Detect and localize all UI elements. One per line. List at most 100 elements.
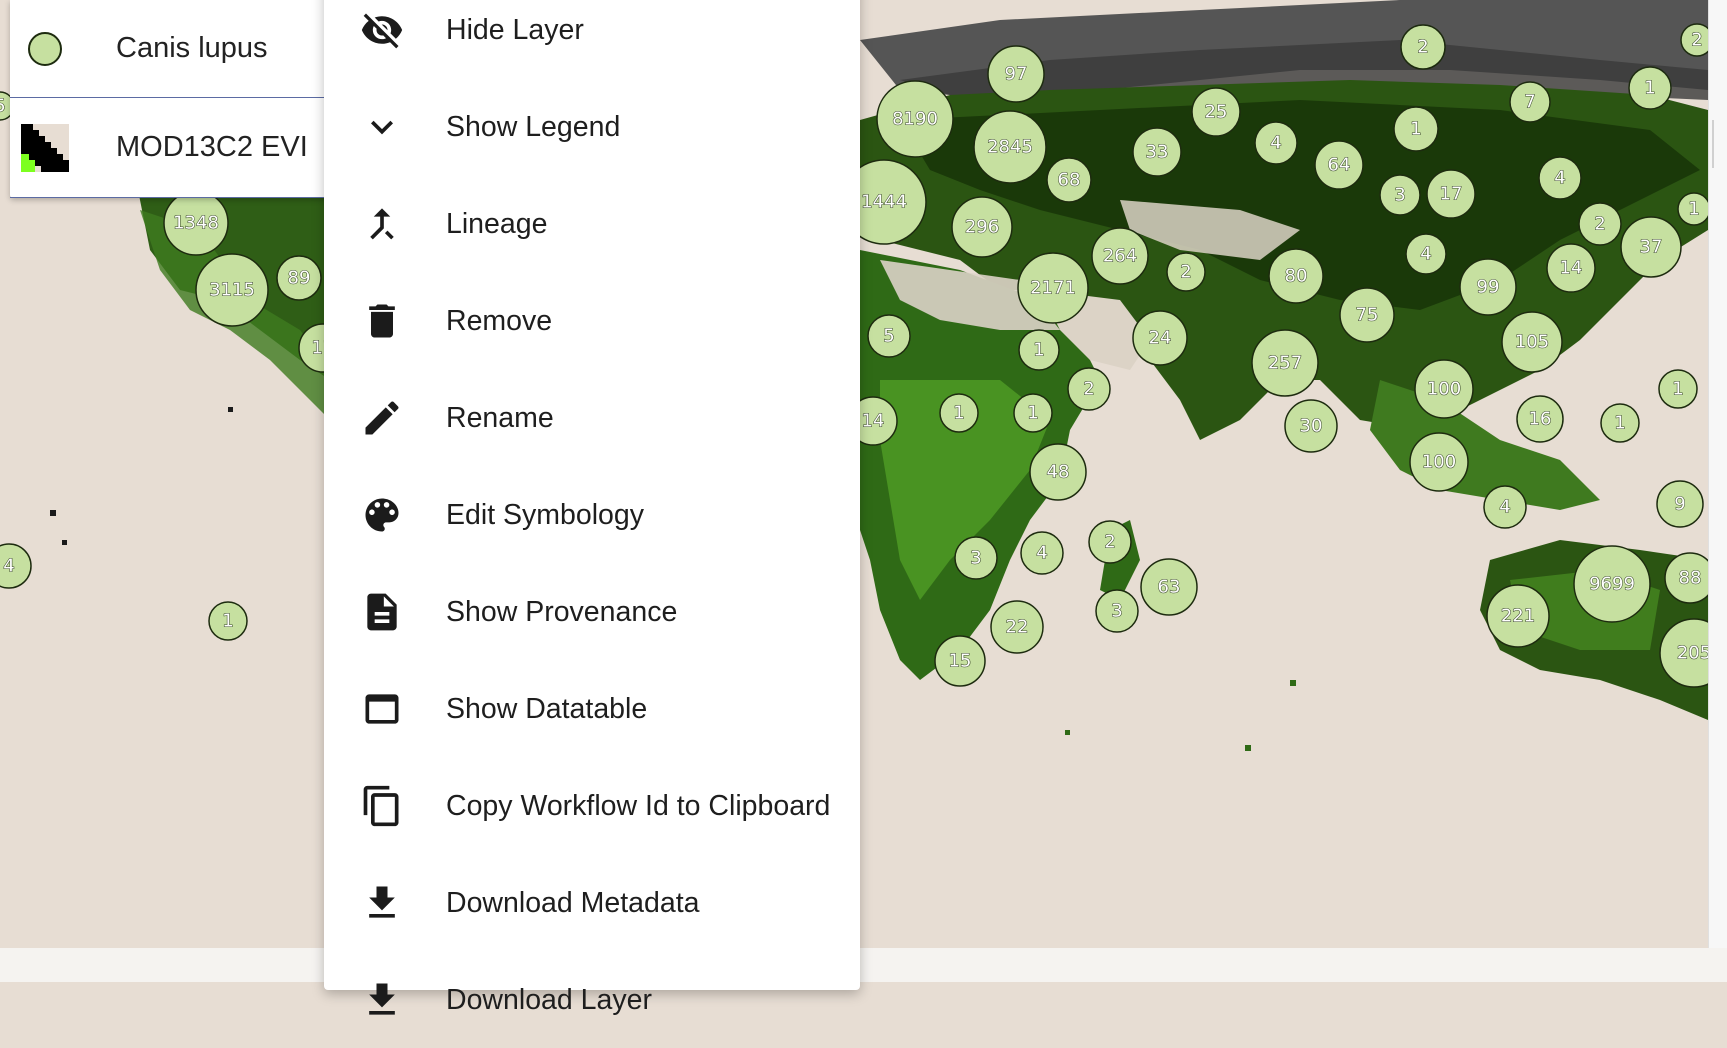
cluster-marker[interactable]: 2171 (1017, 252, 1089, 324)
layer-item-mod13c2-evi[interactable]: MOD13C2 EVI (10, 98, 340, 198)
layer-item-canis-lupus[interactable]: Canis lupus (10, 0, 340, 98)
cluster-count: 2845 (987, 137, 1033, 158)
cluster-marker[interactable]: 24 (1132, 310, 1188, 366)
cluster-marker[interactable]: 105 (1501, 311, 1563, 373)
cluster-marker[interactable]: 2845 (973, 110, 1047, 184)
cluster-marker[interactable]: 5 (867, 314, 911, 358)
cluster-marker[interactable]: 7 (1509, 81, 1551, 123)
cluster-marker[interactable]: 4 (1020, 531, 1064, 575)
cluster-count: 4 (1036, 543, 1047, 564)
cluster-marker[interactable]: 30 (1284, 399, 1338, 453)
cluster-marker[interactable]: 68 (1046, 157, 1092, 203)
cluster-marker[interactable]: 4 (1538, 156, 1582, 200)
cluster-count: 2 (1083, 379, 1094, 400)
cluster-count: 1 (1033, 340, 1044, 361)
cluster-marker[interactable]: 1 (1600, 403, 1640, 443)
cluster-marker[interactable]: 4 (1405, 233, 1447, 275)
cluster-marker[interactable]: 100 (1414, 359, 1474, 419)
cluster-count: 97 (1005, 64, 1028, 85)
cluster-marker[interactable]: 14 (1546, 243, 1596, 293)
cluster-marker[interactable]: 4 (1254, 121, 1298, 165)
menu-item-hide-layer[interactable]: Hide Layer (324, 0, 860, 78)
menu-item-download-metadata[interactable]: Download Metadata (324, 855, 860, 951)
cluster-marker[interactable]: 37 (1620, 216, 1682, 278)
cluster-count: 3 (1111, 601, 1122, 622)
chevron-down-icon (358, 103, 406, 151)
cluster-marker[interactable]: 2 (1067, 367, 1111, 411)
cluster-count: 2 (1691, 30, 1702, 51)
cluster-count: 2 (1180, 262, 1191, 283)
cluster-marker[interactable]: 1 (939, 393, 979, 433)
cluster-marker[interactable]: 1 (1677, 192, 1711, 226)
cluster-marker[interactable]: 1 (1628, 66, 1672, 110)
cluster-marker[interactable]: 89 (276, 255, 322, 301)
cluster-marker[interactable]: 2 (1166, 252, 1206, 292)
cluster-marker[interactable]: 2 (1088, 520, 1132, 564)
menu-label: Download Layer (446, 983, 652, 1016)
menu-label: Lineage (446, 207, 548, 240)
cluster-marker[interactable]: 9699 (1573, 545, 1651, 623)
menu-item-show-legend[interactable]: Show Legend (324, 79, 860, 175)
cluster-marker[interactable]: 257 (1251, 329, 1319, 397)
cluster-marker[interactable]: 221 (1486, 584, 1550, 648)
cluster-count: 2 (1104, 532, 1115, 553)
cluster-marker[interactable]: 2 (1578, 202, 1622, 246)
cluster-marker[interactable]: 1 (1018, 329, 1060, 371)
copy-icon (358, 782, 406, 830)
cluster-count: 1348 (173, 213, 219, 234)
cluster-marker[interactable]: 1 (1013, 393, 1053, 433)
cluster-count: 1 (1410, 119, 1421, 140)
layer-list-panel: Canis lupus MOD13C2 EVI (10, 0, 340, 198)
cluster-marker[interactable]: 100 (1409, 432, 1469, 492)
cluster-marker[interactable]: 1 (1393, 106, 1439, 152)
layer-name: Canis lupus (116, 32, 268, 64)
cluster-marker[interactable]: 3 (1379, 174, 1421, 216)
cluster-marker[interactable]: 2 (1400, 24, 1446, 70)
cluster-marker[interactable]: 48 (1029, 443, 1087, 501)
cluster-count: 22 (1006, 617, 1029, 638)
cluster-count: 16 (1529, 409, 1552, 430)
document-icon (358, 588, 406, 636)
cluster-marker[interactable]: 17 (1426, 169, 1476, 219)
cluster-count: 5 (0, 96, 6, 117)
cluster-marker[interactable]: 3 (954, 536, 998, 580)
cluster-marker[interactable]: 25 (1191, 87, 1241, 137)
cluster-count: 64 (1328, 155, 1351, 176)
table-window-icon (358, 685, 406, 733)
menu-item-edit-symbology[interactable]: Edit Symbology (324, 467, 860, 563)
cluster-marker[interactable]: 97 (987, 45, 1045, 103)
cluster-count: 264 (1103, 246, 1137, 267)
cluster-marker[interactable]: 16 (1516, 395, 1564, 443)
cluster-marker[interactable]: 63 (1140, 558, 1198, 616)
menu-label: Show Datatable (446, 692, 648, 725)
cluster-marker[interactable]: 3115 (195, 253, 269, 327)
cluster-marker[interactable]: 33 (1132, 127, 1182, 177)
menu-item-rename[interactable]: Rename (324, 370, 860, 466)
menu-item-download-layer[interactable]: Download Layer (324, 952, 860, 1048)
cluster-marker[interactable]: 1 (1658, 369, 1698, 409)
map-scrollbar[interactable] (1708, 0, 1727, 948)
menu-item-show-datatable[interactable]: Show Datatable (324, 661, 860, 757)
menu-item-show-provenance[interactable]: Show Provenance (324, 564, 860, 660)
cluster-marker[interactable]: 64 (1314, 140, 1364, 190)
layer-name: MOD13C2 EVI (116, 131, 308, 163)
cluster-marker[interactable]: 1 (208, 601, 248, 641)
cluster-marker[interactable]: 99 (1459, 258, 1517, 316)
cluster-marker[interactable]: 80 (1268, 248, 1324, 304)
cluster-marker[interactable]: 8190 (876, 80, 954, 158)
cluster-marker[interactable]: 15 (934, 635, 986, 687)
cluster-marker[interactable]: 264 (1091, 227, 1149, 285)
cluster-marker[interactable]: 3 (1095, 589, 1139, 633)
cluster-marker[interactable]: 22 (990, 600, 1044, 654)
cluster-count: 9699 (1589, 574, 1635, 595)
cluster-marker[interactable]: 4 (1483, 485, 1527, 529)
menu-item-remove[interactable]: Remove (324, 273, 860, 369)
cluster-marker[interactable]: 9 (1656, 480, 1704, 528)
download-icon (358, 976, 406, 1024)
menu-item-copy-workflow-id[interactable]: Copy Workflow Id to Clipboard (324, 758, 860, 854)
cluster-marker[interactable]: 1348 (163, 190, 229, 256)
cluster-count: 221 (1501, 606, 1535, 627)
menu-item-lineage[interactable]: Lineage (324, 176, 860, 272)
cluster-marker[interactable]: 296 (951, 196, 1013, 258)
cluster-marker[interactable]: 75 (1339, 287, 1395, 343)
